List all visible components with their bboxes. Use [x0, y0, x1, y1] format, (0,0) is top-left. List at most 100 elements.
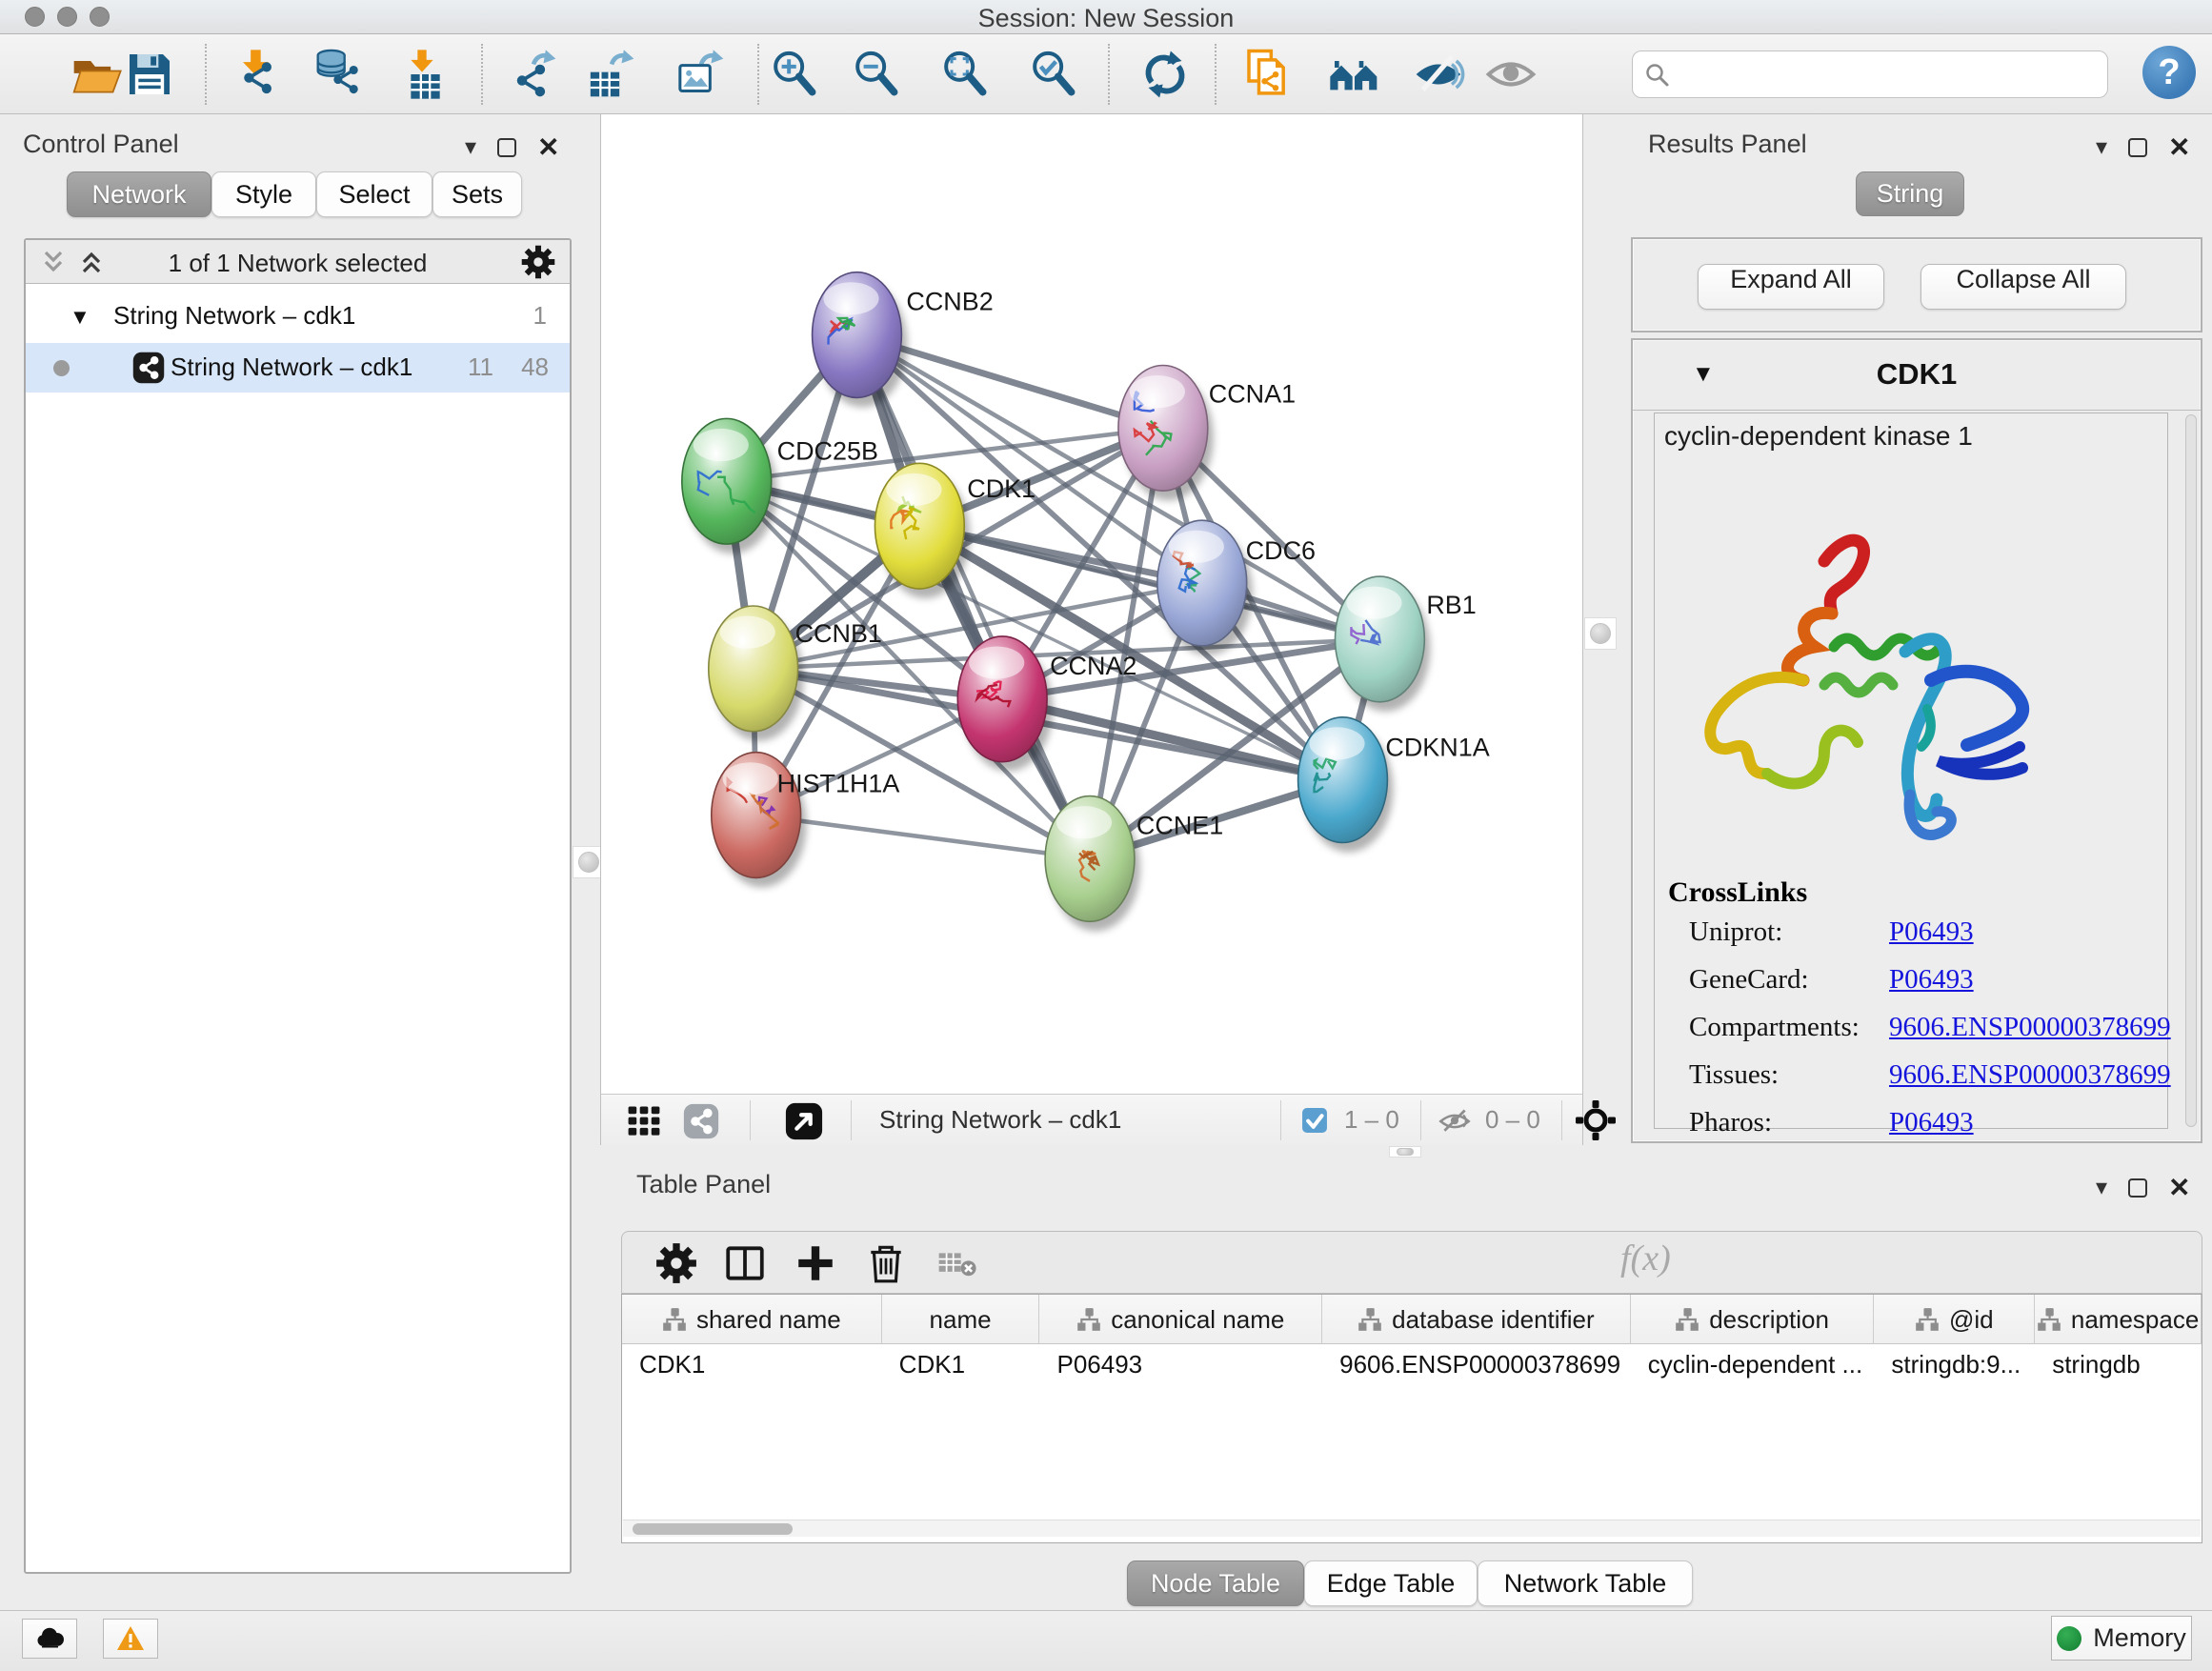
refresh-layout-icon[interactable] [1138, 48, 1192, 101]
bottom-splitter-handle[interactable] [1389, 1146, 1421, 1158]
tab-edge-table[interactable]: Edge Table [1304, 1560, 1478, 1606]
first-neighbors-icon[interactable] [1328, 48, 1381, 101]
node-CCNB2[interactable] [813, 272, 908, 408]
open-session-icon[interactable] [70, 48, 123, 101]
node-CCNE1[interactable] [1045, 796, 1140, 932]
table-cell[interactable]: CDK1 [882, 1344, 1040, 1388]
show-columns-icon[interactable] [723, 1241, 767, 1285]
export-network-icon[interactable] [507, 48, 560, 101]
tab-node-table[interactable]: Node Table [1127, 1560, 1304, 1606]
import-table-icon[interactable] [395, 48, 449, 101]
table-panel-float-icon[interactable] [2128, 1178, 2147, 1198]
memory-button[interactable]: Memory [2051, 1616, 2192, 1661]
save-session-icon[interactable] [123, 48, 176, 101]
results-tab-string[interactable]: String [1856, 171, 1964, 216]
fit-content-crosshair-icon[interactable] [1575, 1099, 1617, 1141]
crosslink-link[interactable]: P06493 [1889, 916, 1974, 948]
toolbar-separator [1215, 44, 1217, 105]
birds-eye-view-icon[interactable] [784, 1101, 824, 1141]
show-grid-icon[interactable] [626, 1103, 662, 1139]
column-header-namespace[interactable]: namespace [2035, 1295, 2202, 1344]
crosslink-link[interactable]: 9606.ENSP00000378699 [1889, 1059, 2171, 1091]
crosslink-label: Compartments: [1689, 1012, 1860, 1042]
results-panel-close-icon[interactable]: ✕ [2168, 138, 2190, 157]
network-collection-row[interactable]: ▼ String Network – cdk1 1 [26, 292, 570, 341]
cloud-status-button[interactable] [22, 1619, 77, 1659]
zoom-out-icon[interactable] [850, 48, 903, 101]
column-header-databaseidentifier[interactable]: database identifier [1322, 1295, 1631, 1344]
node-CCNB1[interactable] [709, 606, 804, 741]
column-header-canonicalname[interactable]: canonical name [1039, 1295, 1322, 1344]
search-input[interactable] [1679, 55, 2098, 93]
table-options-gear-icon[interactable] [654, 1241, 698, 1285]
crosslink-link[interactable]: 9606.ENSP00000378699 [1889, 1012, 2171, 1043]
control-panel-close-icon[interactable]: ✕ [537, 138, 559, 157]
table-panel-close-icon[interactable]: ✕ [2168, 1178, 2190, 1198]
tab-sets[interactable]: Sets [432, 171, 522, 217]
right-splitter-handle[interactable] [1584, 617, 1617, 650]
copy-network-icon[interactable] [1242, 48, 1296, 101]
selected-node-edge-count: 1 – 0 [1344, 1105, 1399, 1135]
selected-checkbox-icon[interactable] [1300, 1106, 1329, 1135]
collection-expand-icon[interactable]: ▼ [70, 305, 90, 330]
add-column-icon[interactable] [794, 1241, 837, 1285]
network-row[interactable]: String Network – cdk1 11 48 [26, 343, 570, 393]
toolbar-separator [757, 44, 759, 105]
show-all-icon[interactable] [1484, 48, 1538, 101]
node-RB1[interactable] [1336, 576, 1431, 712]
node-CDC6[interactable] [1157, 520, 1253, 655]
import-network-file-icon[interactable] [230, 48, 283, 101]
gene-header-row[interactable]: ▼ CDK1 [1633, 340, 2201, 411]
tab-select[interactable]: Select [316, 171, 432, 217]
export-table-icon[interactable] [585, 48, 638, 101]
table-cell[interactable]: CDK1 [622, 1344, 882, 1388]
control-panel-float-icon[interactable] [497, 138, 516, 157]
column-header-description[interactable]: description [1631, 1295, 1875, 1344]
results-panel-collapse-icon[interactable]: ▾ [2096, 133, 2107, 161]
table-cell[interactable]: 9606.ENSP00000378699 [1322, 1344, 1631, 1388]
crosslink-row: Compartments:9606.ENSP00000378699 [1689, 1012, 2165, 1043]
node-table: shared namenamecanonical namedatabase id… [621, 1294, 2202, 1543]
results-scrollbar[interactable] [2185, 414, 2197, 1127]
table-cell[interactable]: P06493 [1039, 1344, 1322, 1388]
network-options-gear-icon[interactable] [520, 244, 556, 280]
gene-description: cyclin-dependent kinase 1 [1664, 421, 1973, 452]
delete-column-icon[interactable] [864, 1241, 908, 1285]
import-network-database-icon[interactable] [313, 48, 367, 101]
string-app-icon [132, 352, 165, 384]
crosslink-link[interactable]: P06493 [1889, 1107, 1974, 1138]
table-cell[interactable]: stringdb:9... [1874, 1344, 2035, 1388]
table-cell[interactable]: cyclin-dependent ... [1631, 1344, 1875, 1388]
export-image-icon[interactable] [674, 48, 728, 101]
tab-style[interactable]: Style [211, 171, 316, 217]
node-label-HIST1H1A: HIST1H1A [777, 770, 900, 798]
zoom-selected-icon[interactable] [1027, 48, 1080, 101]
warning-button[interactable] [103, 1619, 158, 1659]
column-header-name[interactable]: name [882, 1295, 1040, 1344]
column-header-sharedname[interactable]: shared name [622, 1295, 882, 1344]
network-node-count: 11 [468, 352, 493, 382]
tab-network[interactable]: Network [67, 171, 211, 217]
network-edge-count: 48 [521, 352, 549, 382]
zoom-in-icon[interactable] [768, 48, 821, 101]
crosslink-link[interactable]: P06493 [1889, 964, 1974, 996]
hidden-eye-icon[interactable] [1438, 1104, 1472, 1138]
expand-all-button[interactable]: Expand All [1698, 264, 1884, 310]
tab-network-table[interactable]: Network Table [1478, 1560, 1693, 1606]
memory-status-dot [2057, 1626, 2081, 1651]
string-style-icon[interactable] [683, 1103, 719, 1139]
table-hscrollbar-thumb[interactable] [633, 1523, 793, 1535]
collapse-all-button[interactable]: Collapse All [1920, 264, 2126, 310]
gene-details-box: ▼ CDK1 cyclin-dependent kinase 1 CrossLi… [1631, 338, 2202, 1143]
help-button[interactable]: ? [2142, 46, 2196, 99]
network-view-canvas[interactable]: CCNB2CCNA1CDC25BCDK1CDC6RB1CCNB1CCNA2CDK… [600, 114, 1583, 1094]
results-panel-float-icon[interactable] [2128, 138, 2147, 157]
control-panel-collapse-icon[interactable]: ▾ [465, 133, 476, 161]
hide-selected-icon[interactable] [1412, 48, 1465, 101]
collection-name: String Network – cdk1 [113, 301, 355, 331]
node-CDKN1A[interactable] [1298, 717, 1394, 853]
table-cell[interactable]: stringdb [2035, 1344, 2202, 1388]
column-header-id[interactable]: @id [1874, 1295, 2035, 1344]
table-panel-collapse-icon[interactable]: ▾ [2096, 1174, 2107, 1201]
zoom-fit-icon[interactable] [938, 48, 992, 101]
